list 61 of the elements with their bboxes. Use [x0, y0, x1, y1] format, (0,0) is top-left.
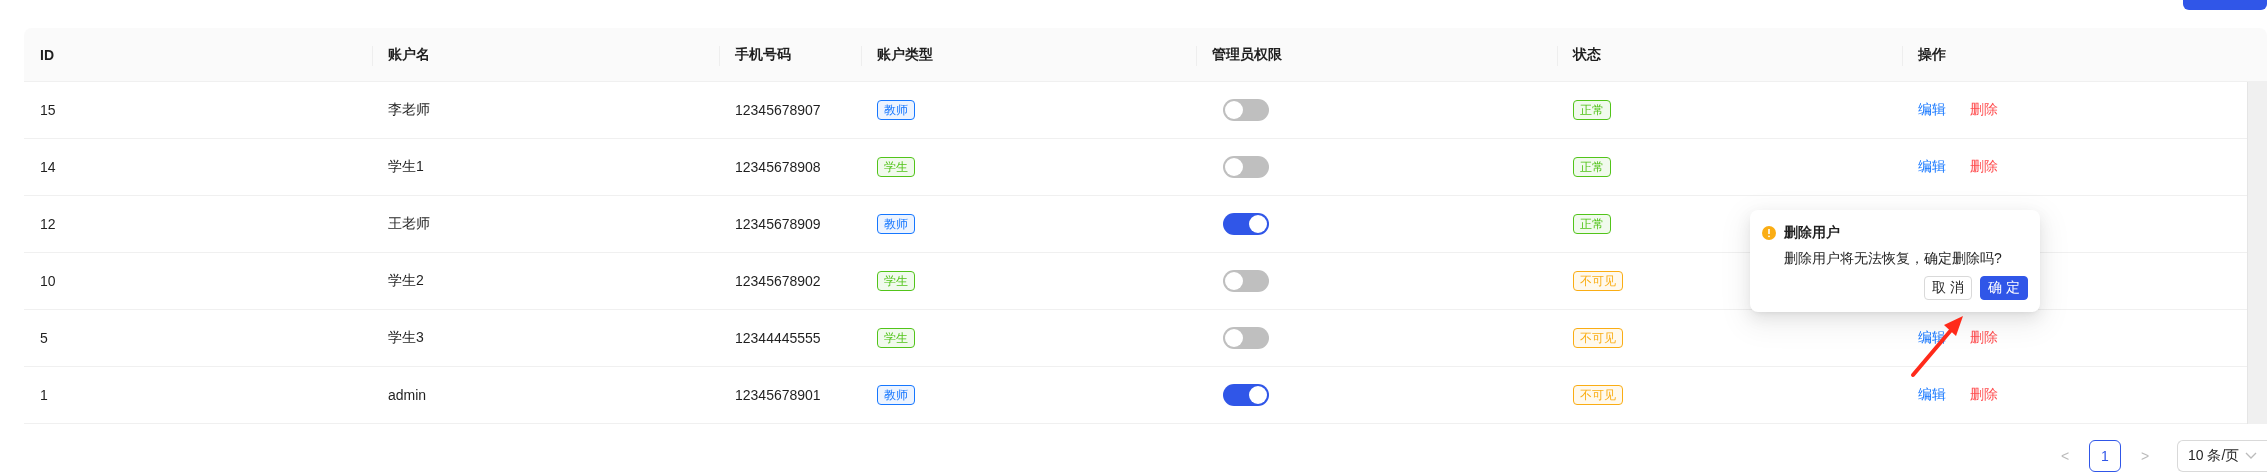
account-type-tag: 学生 [877, 328, 915, 348]
popover-title: 删除用户 [1784, 224, 1840, 242]
status-tag: 不可见 [1573, 271, 1623, 291]
id-text: 5 [40, 330, 48, 346]
delete-link[interactable]: 删除 [1970, 158, 1998, 176]
status-tag: 正常 [1573, 214, 1611, 234]
account-name: 学生1 [388, 158, 424, 176]
column-header: 账户名 [388, 45, 430, 64]
confirm-button[interactable]: 确 定 [1980, 276, 2028, 300]
edit-link[interactable]: 编辑 [1918, 158, 1946, 176]
phone-number: 12345678909 [735, 216, 821, 232]
account-type-tag: 教师 [877, 100, 915, 120]
id-text: 12 [40, 216, 56, 232]
phone-number: 12344445555 [735, 330, 821, 346]
edit-link[interactable]: 编辑 [1918, 101, 1946, 119]
account-name: 李老师 [388, 101, 430, 119]
account-name: 学生3 [388, 329, 424, 347]
column-header: 手机号码 [735, 45, 791, 64]
admin-switch[interactable] [1223, 270, 1269, 292]
warning-icon [1762, 226, 1776, 240]
account-name: admin [388, 387, 427, 403]
status-tag: 正常 [1573, 157, 1611, 177]
cancel-button[interactable]: 取 消 [1924, 276, 1973, 300]
account-name: 学生2 [388, 272, 424, 290]
edit-link[interactable]: 编辑 [1918, 386, 1946, 404]
phone-number: 12345678907 [735, 102, 821, 118]
annotation-arrow [1910, 315, 1966, 377]
admin-switch[interactable] [1223, 156, 1269, 178]
account-type-tag: 学生 [877, 157, 915, 177]
account-type-tag: 教师 [877, 214, 915, 234]
cut-off-button[interactable] [2183, 0, 2267, 10]
admin-switch[interactable] [1223, 384, 1269, 406]
column-header: 账户类型 [877, 45, 933, 64]
scrollbar[interactable] [2247, 82, 2267, 424]
account-type-tag: 教师 [877, 385, 915, 405]
status-tag: 正常 [1573, 100, 1611, 120]
admin-switch[interactable] [1223, 327, 1269, 349]
id-text: 10 [40, 273, 56, 289]
account-name: 王老师 [388, 215, 430, 233]
page-size-select[interactable]: 10 条/页 [2177, 440, 2267, 472]
column-header: 操作 [1918, 45, 1946, 64]
column-header: ID [40, 46, 54, 63]
phone-number: 12345678901 [735, 387, 821, 403]
admin-switch[interactable] [1223, 213, 1269, 235]
chevron-down-icon [2245, 452, 2258, 460]
delete-link[interactable]: 删除 [1970, 329, 1998, 347]
page-number[interactable]: 1 [2089, 440, 2121, 472]
account-type-tag: 学生 [877, 271, 915, 291]
phone-number: 12345678908 [735, 159, 821, 175]
delete-link[interactable]: 删除 [1970, 101, 1998, 119]
status-tag: 不可见 [1573, 385, 1623, 405]
popover-message: 删除用户将无法恢复，确定删除吗? [1784, 250, 2003, 268]
admin-switch[interactable] [1223, 99, 1269, 121]
column-header: 状态 [1573, 45, 1601, 64]
id-text: 15 [40, 102, 56, 118]
phone-number: 12345678902 [735, 273, 821, 289]
column-header: 管理员权限 [1212, 45, 1282, 64]
delete-link[interactable]: 删除 [1970, 386, 1998, 404]
id-text: 14 [40, 159, 56, 175]
id-text: 1 [40, 387, 48, 403]
status-tag: 不可见 [1573, 328, 1623, 348]
